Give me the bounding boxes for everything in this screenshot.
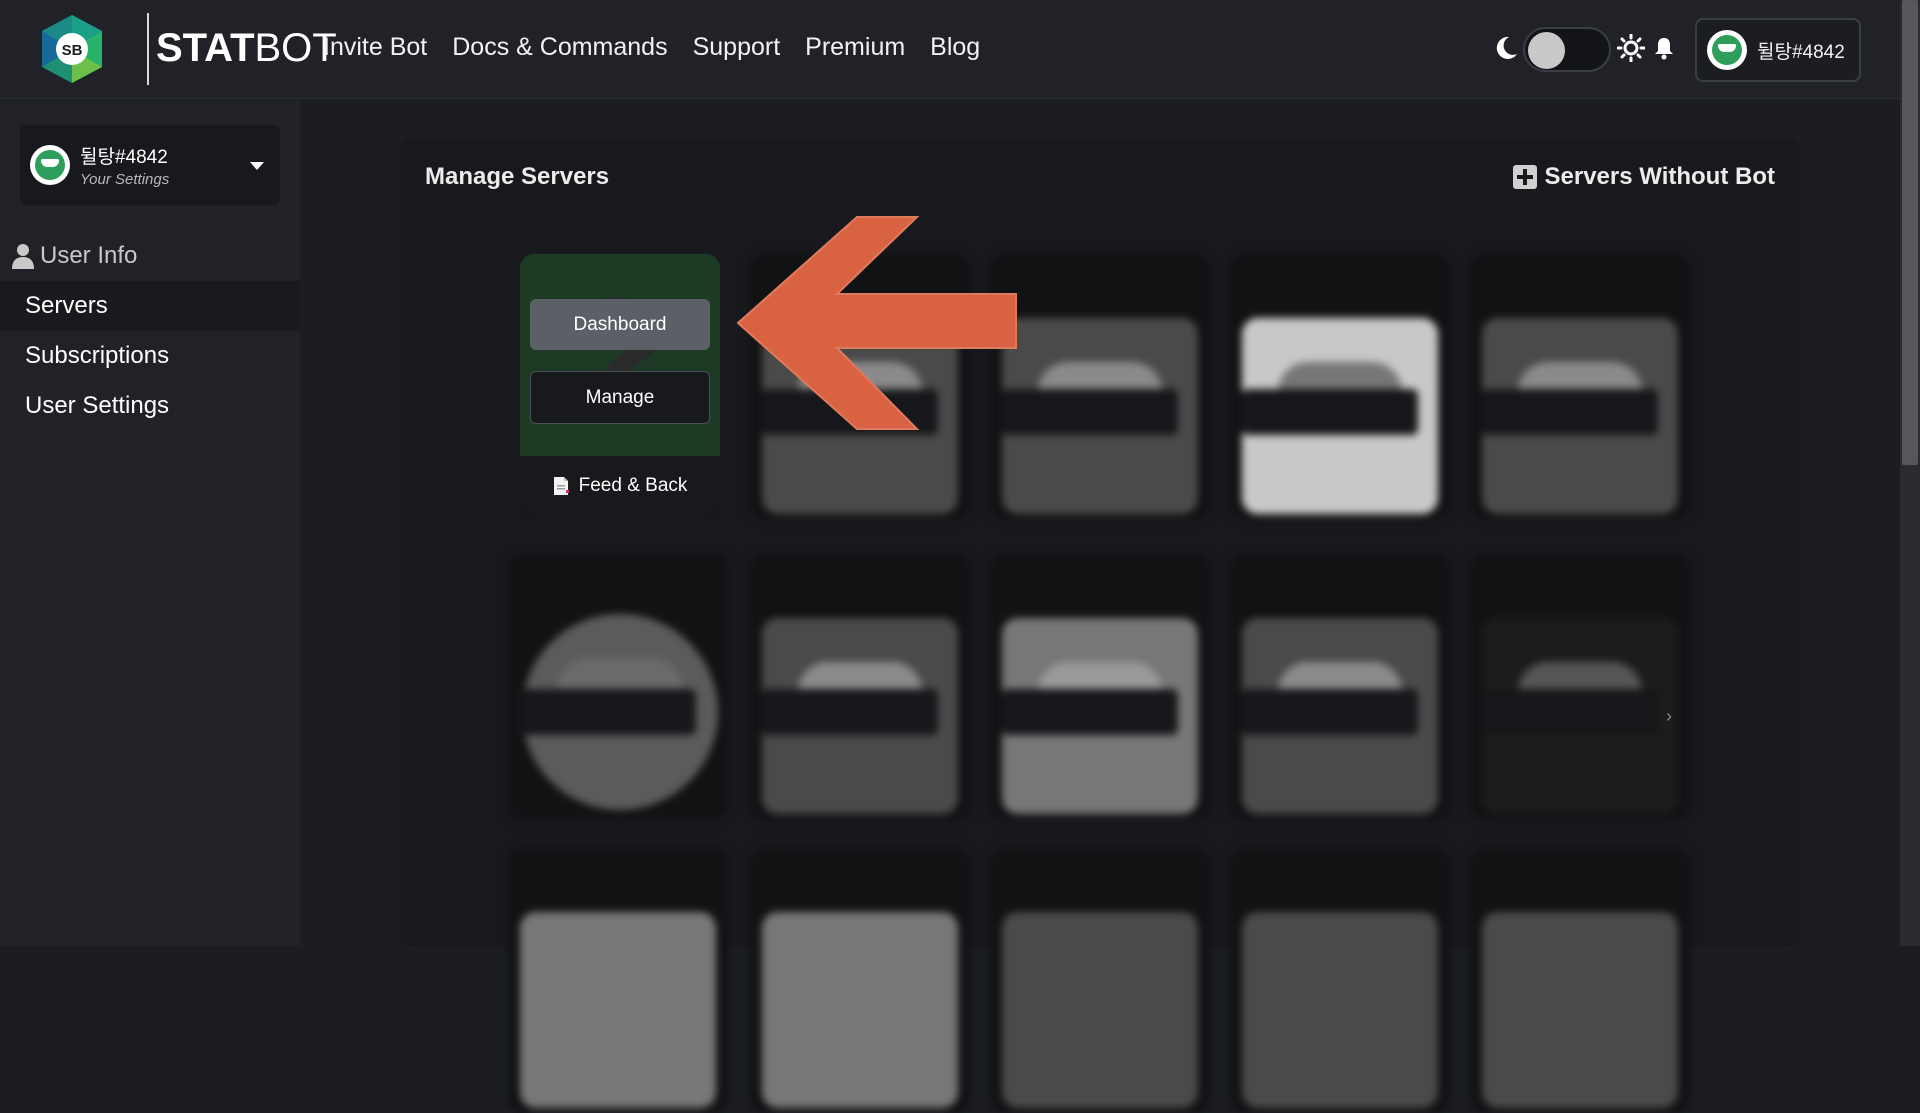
server-card[interactable] — [750, 554, 970, 819]
statbot-hex-logo-icon: SB — [42, 15, 102, 83]
sidebar: 뒬탕#4842 Your Settings User Info Servers … — [0, 100, 300, 946]
user-menu-button[interactable]: 뒬탕#4842 — [1695, 18, 1861, 82]
user-chip-name: 뒬탕#4842 — [1757, 41, 1845, 63]
logo-word-bold: STAT — [156, 26, 255, 70]
logo-wordmark: STATBOT — [156, 26, 337, 71]
server-card[interactable] — [990, 254, 1210, 519]
server-card[interactable] — [1230, 254, 1450, 519]
person-icon — [12, 244, 34, 269]
chevron-right-icon: › — [1666, 706, 1672, 726]
server-card[interactable] — [990, 848, 1210, 1113]
sidebar-user-name: 뒬탕#4842 — [80, 147, 168, 168]
server-card[interactable] — [1230, 848, 1450, 1113]
bell-icon[interactable] — [1653, 36, 1675, 60]
server-card[interactable] — [750, 848, 970, 1113]
theme-toggle[interactable] — [1523, 27, 1611, 72]
dashboard-button[interactable]: Dashboard — [530, 299, 710, 350]
page-title: Manage Servers — [425, 163, 610, 190]
annotation-arrow-icon — [737, 216, 1017, 430]
statbot-logo[interactable]: SB STATBOT — [38, 13, 337, 85]
plus-icon — [1512, 165, 1537, 189]
server-name: Feed & Back — [578, 475, 688, 496]
sidebar-section-user-info: User Info — [12, 242, 137, 270]
server-name-row: Feed & Back — [520, 456, 720, 516]
server-card[interactable] — [508, 554, 728, 819]
logo-badge-text: SB — [62, 42, 83, 59]
server-icon-background: ? — [520, 254, 720, 462]
nav-link-premium[interactable]: Premium — [805, 33, 905, 62]
server-card[interactable] — [1470, 254, 1690, 519]
placeholder-question-icon: ? — [560, 261, 670, 462]
user-avatar — [1707, 30, 1747, 70]
nav-link-support[interactable]: Support — [693, 33, 781, 62]
nav-link-blog[interactable]: Blog — [930, 33, 980, 62]
server-card[interactable] — [1470, 554, 1690, 819]
top-navbar: SB STATBOT Invite Bot Docs & Commands Su… — [0, 0, 1920, 99]
servers-without-bot-label: Servers Without Bot — [1544, 163, 1775, 190]
server-card[interactable] — [1470, 848, 1690, 1113]
server-card[interactable] — [508, 848, 728, 1113]
scrollbar-thumb[interactable] — [1902, 0, 1918, 465]
nav-links: Invite Bot Docs & Commands Support Premi… — [323, 33, 1005, 62]
sidebar-section-label: User Info — [40, 242, 138, 269]
theme-toggle-knob — [1528, 32, 1565, 69]
server-card[interactable] — [990, 554, 1210, 819]
manage-button[interactable]: Manage — [530, 371, 710, 424]
sidebar-item-user-settings[interactable]: User Settings — [0, 381, 300, 431]
sidebar-item-servers[interactable]: Servers — [0, 281, 300, 331]
servers-without-bot-button[interactable]: Servers Without Bot — [1512, 163, 1775, 191]
sun-icon — [1617, 34, 1645, 62]
user-settings-dropdown[interactable]: 뒬탕#4842 Your Settings — [20, 125, 280, 205]
nav-link-invite-bot[interactable]: Invite Bot — [323, 33, 427, 62]
sidebar-item-subscriptions[interactable]: Subscriptions — [0, 331, 300, 381]
featured-server-card: ? Dashboard Manage Feed & Back — [520, 254, 720, 516]
sidebar-user-avatar — [30, 145, 70, 185]
chevron-down-icon — [250, 162, 264, 170]
moon-icon — [1496, 36, 1517, 59]
sidebar-user-subtitle: Your Settings — [80, 171, 170, 188]
server-card[interactable] — [1230, 554, 1450, 819]
logo-divider — [147, 13, 149, 85]
nav-link-docs-commands[interactable]: Docs & Commands — [452, 33, 667, 62]
document-icon — [553, 477, 569, 495]
